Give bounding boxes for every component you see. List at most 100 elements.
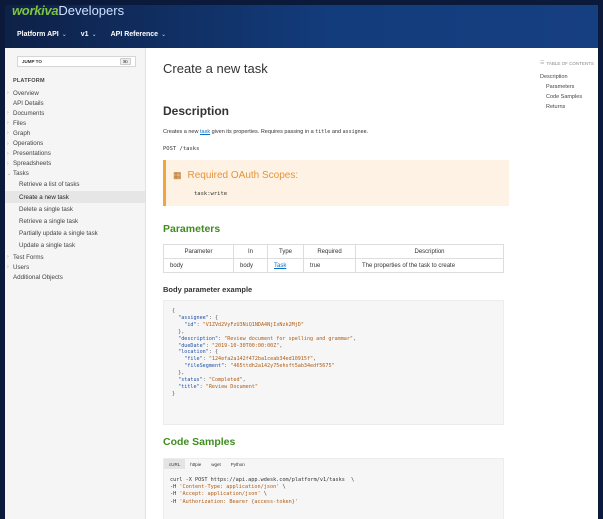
sidebar-item-retrieve-single-task[interactable]: Retrieve a single task — [5, 215, 145, 227]
list-icon: ☰ — [540, 60, 545, 66]
desc-and: and — [330, 129, 343, 135]
sidebar-list: › Overview API Details › Documents › Files … — [5, 88, 145, 282]
oauth-heading: ▦ Required OAuth Scopes: — [173, 170, 298, 181]
task-link[interactable]: task — [200, 129, 210, 135]
desc-mid: given its properties. Requires passing i… — [210, 129, 316, 135]
table-of-contents: ☰ TABLE OF CONTENTS Description Paramete… — [540, 60, 598, 114]
jump-to-input[interactable]: JUMP TO ⌘/ — [17, 56, 136, 67]
sidebar-item-update-single-task[interactable]: Update a single task — [5, 240, 145, 252]
sidebar-item-tasks[interactable]: ⌄ Tasks — [5, 169, 145, 179]
sidebar-item-additional-objects[interactable]: Additional Objects — [5, 272, 145, 282]
col-required: Required — [303, 244, 356, 259]
cell-description: The properties of the task to create — [355, 258, 504, 273]
json-status: Completed — [211, 377, 240, 384]
sidebar-item-graph[interactable]: › Graph — [5, 128, 145, 138]
json-file: 124efa2a142f472ba1ceab34ed10915f — [211, 356, 311, 363]
caret-right-icon: › — [7, 130, 9, 137]
sidebar-item-label: Retrieve a list of tasks — [19, 181, 80, 189]
sidebar-item-operations[interactable]: › Operations — [5, 138, 145, 148]
cell-parameter: body — [163, 258, 234, 273]
top-header: workiva Developers Platform API ⌄ v1 ⌄ A… — [5, 5, 598, 48]
sidebar-item-api-details[interactable]: API Details — [5, 98, 145, 108]
json-assignee-id: V1ZVd2VyFzU3NiQ1NDA4NjIxNzk2MjD — [205, 321, 301, 328]
sidebar-item-label: Overview — [13, 89, 39, 97]
caret-right-icon: › — [7, 150, 9, 157]
toc-item-parameters[interactable]: Parameters — [540, 84, 598, 94]
caret-down-icon: ⌄ — [7, 170, 12, 177]
parameters-table: Parameter In Type Required Description b… — [163, 244, 504, 273]
type-task-link[interactable]: Task — [274, 263, 286, 269]
scopes-icon: ▦ — [173, 170, 182, 180]
col-type: Type — [267, 244, 304, 259]
tab-curl[interactable]: cURL — [164, 459, 186, 469]
sidebar-item-delete-single-task[interactable]: Delete a single task — [5, 203, 145, 215]
oauth-scope: task:write — [194, 191, 228, 197]
sidebar-item-label: Operations — [13, 140, 44, 148]
oauth-callout: ▦ Required OAuth Scopes: task:write — [163, 160, 509, 206]
sidebar-item-create-new-task[interactable]: Create a new task — [5, 191, 145, 204]
sidebar-item-files[interactable]: › Files — [5, 118, 145, 128]
nav-platform-api-label: Platform API — [17, 31, 59, 38]
sidebar-heading: PLATFORM — [13, 78, 45, 84]
code-tabs: cURL httpie wget Python — [164, 459, 250, 469]
curl-header-accept: 'Accept: application/json' — [179, 491, 261, 498]
sidebar-item-spreadsheets[interactable]: › Spreadsheets — [5, 159, 145, 169]
sidebar-item-test-forms[interactable]: › Test Forms — [5, 252, 145, 262]
json-code-block: { "assignee": { "id": "V1ZVd2VyFzU3NiQ1N… — [163, 300, 504, 425]
body-example-heading: Body parameter example — [163, 285, 253, 294]
sidebar-item-label: Tasks — [13, 170, 29, 178]
curl-line1: curl -X POST https://api.app.wdesk.com/p… — [170, 477, 355, 483]
cell-in: body — [233, 258, 268, 273]
sidebar-item-label: Delete a single task — [19, 205, 73, 213]
sidebar-item-label: Users — [13, 263, 30, 271]
toc-item-returns[interactable]: Returns — [540, 104, 598, 114]
jump-shortcut-badge: ⌘/ — [119, 58, 131, 65]
sidebar-item-documents[interactable]: › Documents — [5, 108, 145, 118]
tab-wget[interactable]: wget — [206, 459, 226, 469]
caret-right-icon: › — [7, 90, 9, 97]
sidebar-item-overview[interactable]: › Overview — [5, 88, 145, 98]
json-file-segment: 465ttdh2a142y75ehsft5ab34edf5675 — [233, 363, 332, 370]
workiva-developers-logo[interactable]: workiva Developers — [12, 3, 124, 21]
nav-version-label: v1 — [80, 31, 89, 38]
desc-code-assignee: assignee — [342, 129, 367, 135]
tab-python[interactable]: Python — [226, 459, 250, 469]
caret-right-icon: › — [7, 140, 9, 147]
cell-required: true — [303, 258, 356, 273]
chevron-down-icon: ⌄ — [161, 32, 167, 38]
sidebar-item-presentations[interactable]: › Presentations — [5, 149, 145, 159]
main-content: Create a new task Description Creates a … — [153, 48, 513, 519]
chevron-down-icon: ⌄ — [61, 32, 67, 38]
logo-brand: workiva — [12, 3, 59, 18]
cell-type: Task — [267, 258, 304, 273]
table-row: body body Task true The properties of th… — [163, 258, 504, 273]
nav-api-reference[interactable]: API Reference ⌄ — [111, 31, 167, 38]
sidebar: JUMP TO ⌘/ PLATFORM › Overview API Detail… — [5, 48, 146, 519]
sidebar-item-label: Update a single task — [19, 242, 76, 250]
description-text: Creates a new task given its properties.… — [163, 129, 368, 135]
nav-api-reference-label: API Reference — [110, 31, 159, 38]
page-title: Create a new task — [163, 61, 268, 76]
table-header-row: Parameter In Type Required Description — [163, 244, 504, 259]
sidebar-item-label: Test Forms — [13, 253, 44, 261]
sidebar-item-retrieve-list-of-tasks[interactable]: Retrieve a list of tasks — [5, 179, 145, 191]
browser-page: workiva Developers Platform API ⌄ v1 ⌄ A… — [0, 0, 603, 519]
description-heading: Description — [163, 104, 230, 118]
sidebar-item-users[interactable]: › Users — [5, 262, 145, 272]
toc-heading-text: TABLE OF CONTENTS — [546, 60, 594, 66]
sidebar-item-partially-update-task[interactable]: Partially update a single task — [5, 228, 145, 240]
nav-platform-api[interactable]: Platform API ⌄ — [17, 31, 67, 38]
toc-item-code-samples[interactable]: Code Samples — [540, 94, 598, 104]
sidebar-item-label: Presentations — [13, 150, 51, 158]
sidebar-item-label: Graph — [13, 129, 31, 137]
caret-right-icon: › — [7, 160, 9, 167]
tab-httpie[interactable]: httpie — [185, 459, 206, 469]
json-due-date: 2019-10-30T00:00:00Z — [214, 342, 277, 349]
sidebar-item-label: Additional Objects — [13, 273, 63, 281]
caret-right-icon: › — [7, 120, 9, 127]
nav-version[interactable]: v1 ⌄ — [81, 31, 97, 38]
col-in: In — [233, 244, 268, 259]
sidebar-item-label: Partially update a single task — [19, 230, 98, 238]
toc-heading: ☰ TABLE OF CONTENTS — [540, 60, 598, 66]
toc-item-description[interactable]: Description — [540, 74, 598, 84]
